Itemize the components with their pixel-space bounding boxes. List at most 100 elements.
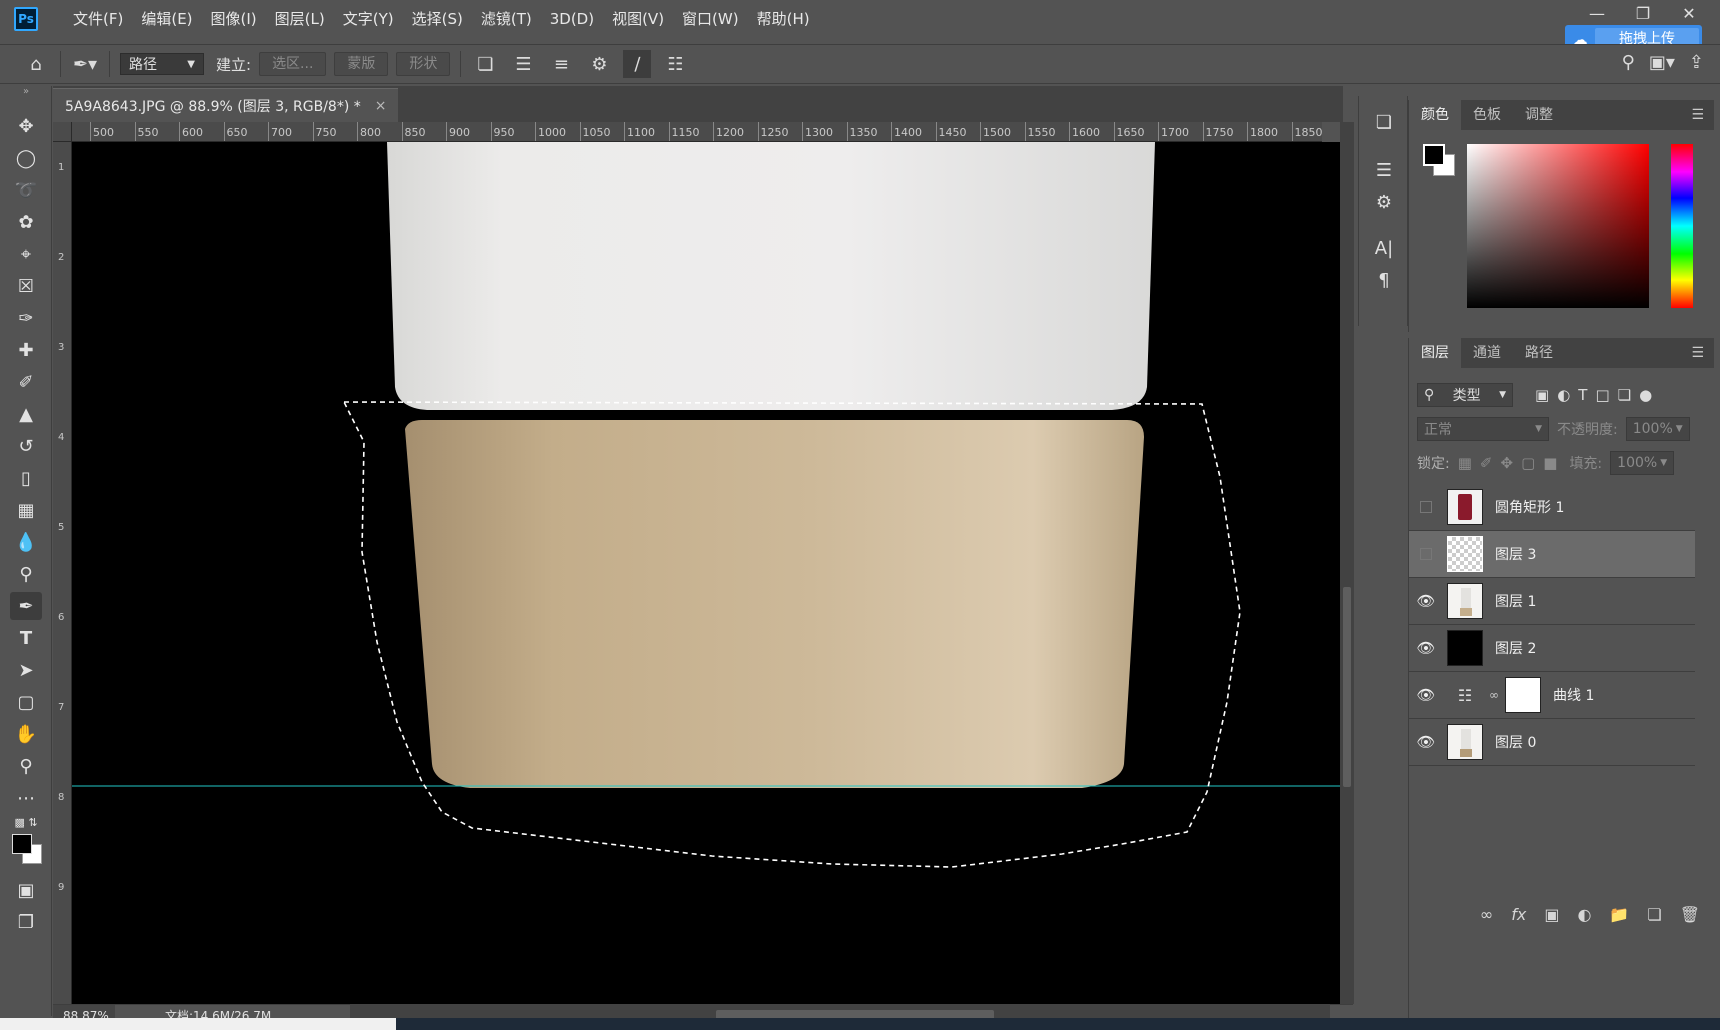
- search-icon[interactable]: ⚲: [1622, 52, 1635, 73]
- rectangle-tool-icon[interactable]: ▢: [10, 688, 42, 716]
- gradient-tool-icon[interactable]: ▦: [10, 496, 42, 524]
- eraser-tool-icon[interactable]: ▯: [10, 464, 42, 492]
- menu-filter[interactable]: 滤镜(T): [472, 0, 541, 38]
- lock-transparent-icon[interactable]: ▦: [1458, 454, 1472, 472]
- frame-tool-icon[interactable]: ☒: [10, 272, 42, 300]
- quick-mask-icon[interactable]: ▣: [10, 876, 42, 904]
- hue-slider[interactable]: [1671, 144, 1693, 308]
- eyedropper-tool-icon[interactable]: ✑: [10, 304, 42, 332]
- 3d-icon[interactable]: ❏: [1369, 108, 1399, 136]
- lock-position-icon[interactable]: ✥: [1500, 454, 1513, 472]
- layer-name[interactable]: 圆角矩形 1: [1495, 497, 1564, 517]
- shape-filter-icon[interactable]: □: [1595, 386, 1609, 404]
- fill-input[interactable]: 100% ▼: [1610, 451, 1675, 475]
- make-shape-button[interactable]: 形状: [396, 52, 451, 76]
- document-canvas[interactable]: [72, 142, 1340, 1004]
- opacity-input[interactable]: 100% ▼: [1625, 417, 1690, 441]
- home-icon[interactable]: ⌂: [22, 50, 50, 78]
- document-tab[interactable]: 5A9A8643.JPG @ 88.9% (图层 3, RGB/8*) * ×: [53, 88, 399, 122]
- healing-brush-tool-icon[interactable]: ✚: [10, 336, 42, 364]
- tab-paths[interactable]: 路径: [1513, 338, 1565, 368]
- workspace-icon[interactable]: ▣▾: [1649, 52, 1675, 73]
- paragraph-icon[interactable]: ¶: [1369, 266, 1399, 294]
- close-icon[interactable]: ×: [375, 98, 387, 114]
- tab-color[interactable]: 颜色: [1409, 100, 1461, 130]
- foreground-color-swatch[interactable]: [12, 834, 32, 854]
- lock-all-icon[interactable]: ■: [1543, 454, 1557, 472]
- tab-channels[interactable]: 通道: [1461, 338, 1513, 368]
- history-brush-tool-icon[interactable]: ↺: [10, 432, 42, 460]
- filter-toggle-icon[interactable]: ●: [1639, 386, 1652, 404]
- layer-name[interactable]: 图层 1: [1495, 591, 1536, 611]
- panel-menu-icon[interactable]: ☰: [1691, 107, 1704, 123]
- trash-icon[interactable]: 🗑: [1680, 905, 1700, 924]
- collapse-icon[interactable]: »: [10, 86, 42, 97]
- auto-add-delete-icon[interactable]: ∕: [623, 50, 652, 78]
- layer-row[interactable]: 👁 图层 0: [1409, 719, 1695, 766]
- screen-mode-icon[interactable]: ❐: [10, 908, 42, 936]
- align-edges-icon[interactable]: ☷: [661, 50, 689, 78]
- minimize-icon[interactable]: —: [1586, 4, 1608, 23]
- lock-image-icon[interactable]: ✐: [1480, 454, 1493, 472]
- menu-3d[interactable]: 3D(D): [541, 0, 603, 38]
- layer-filter-select[interactable]: ⚲ 类型 ▼: [1417, 383, 1513, 407]
- menu-window[interactable]: 窗口(W): [673, 0, 748, 38]
- image-filter-icon[interactable]: ▣: [1535, 386, 1549, 404]
- saturation-brightness-field[interactable]: [1467, 144, 1649, 308]
- menu-file[interactable]: 文件(F): [64, 0, 132, 38]
- clone-stamp-tool-icon[interactable]: ▲: [10, 400, 42, 428]
- eye-icon[interactable]: 👁: [1409, 592, 1443, 610]
- path-arrangement-icon[interactable]: ≡: [547, 50, 575, 78]
- marquee-tool-icon[interactable]: ◯: [10, 144, 42, 172]
- eye-icon[interactable]: 👁: [1409, 733, 1443, 751]
- vertical-scrollbar[interactable]: [1340, 122, 1354, 1004]
- quick-selection-tool-icon[interactable]: ✿: [10, 208, 42, 236]
- adjustment-layer-icon[interactable]: ◐: [1577, 905, 1591, 924]
- zoom-tool-icon[interactable]: ⚲: [10, 752, 42, 780]
- horizontal-ruler[interactable]: 500 550 600 650 700 750 800 850 900 950 1000 1050 11…: [72, 122, 1322, 142]
- crop-tool-icon[interactable]: ⌖: [10, 240, 42, 268]
- layer-mask-thumbnail[interactable]: [1505, 677, 1541, 713]
- default-colors-icon[interactable]: ▩ ⇅: [10, 814, 42, 830]
- foreground-color-swatch[interactable]: [1423, 144, 1445, 166]
- make-mask-button[interactable]: 蒙版: [334, 52, 389, 76]
- adjustment-filter-icon[interactable]: ◐: [1557, 386, 1570, 404]
- menu-view[interactable]: 视图(V): [603, 0, 673, 38]
- path-selection-tool-icon[interactable]: ➤: [10, 656, 42, 684]
- path-alignment-icon[interactable]: ☰: [509, 50, 537, 78]
- brush-tool-icon[interactable]: ✐: [10, 368, 42, 396]
- close-icon[interactable]: ✕: [1678, 4, 1700, 23]
- menu-type[interactable]: 文字(Y): [334, 0, 403, 38]
- tab-adjustments[interactable]: 调整: [1513, 100, 1565, 130]
- vertical-scroll-thumb[interactable]: [1343, 587, 1351, 787]
- tab-layers[interactable]: 图层: [1409, 338, 1461, 368]
- hand-tool-icon[interactable]: ✋: [10, 720, 42, 748]
- pen-tool-icon[interactable]: ✒: [10, 592, 42, 620]
- lasso-tool-icon[interactable]: ➰: [10, 176, 42, 204]
- eye-icon[interactable]: 👁: [1409, 686, 1443, 704]
- taskbar-search-area[interactable]: [0, 1018, 396, 1030]
- path-operations-icon[interactable]: ❏: [471, 50, 499, 78]
- more-tools-icon[interactable]: ⋯: [10, 784, 42, 812]
- gear-icon[interactable]: ⚙: [585, 50, 613, 78]
- blend-mode-select[interactable]: 正常 ▼: [1417, 417, 1549, 441]
- menu-image[interactable]: 图像(I): [202, 0, 266, 38]
- dodge-tool-icon[interactable]: ⚲: [10, 560, 42, 588]
- character-icon[interactable]: A|: [1369, 234, 1399, 262]
- lock-artboard-icon[interactable]: ▢: [1521, 454, 1535, 472]
- ruler-origin[interactable]: [53, 122, 72, 142]
- menu-select[interactable]: 选择(S): [403, 0, 472, 38]
- blur-tool-icon[interactable]: 💧: [10, 528, 42, 556]
- panel-menu-icon[interactable]: ☰: [1691, 345, 1704, 361]
- link-icon[interactable]: ∞: [1489, 688, 1499, 702]
- move-tool-icon[interactable]: ✥: [10, 112, 42, 140]
- layer-name[interactable]: 曲线 1: [1553, 685, 1594, 705]
- visibility-toggle[interactable]: [1420, 548, 1432, 560]
- new-group-icon[interactable]: 📁: [1609, 905, 1629, 924]
- link-layers-icon[interactable]: ∞: [1480, 905, 1493, 924]
- layer-row[interactable]: 👁 图层 2: [1409, 625, 1695, 672]
- smart-object-filter-icon[interactable]: ❏: [1618, 386, 1631, 404]
- share-icon[interactable]: ⇪: [1689, 52, 1704, 73]
- layer-style-icon[interactable]: fx: [1511, 905, 1526, 924]
- pen-tool-preset-icon[interactable]: ✒▾: [71, 50, 99, 78]
